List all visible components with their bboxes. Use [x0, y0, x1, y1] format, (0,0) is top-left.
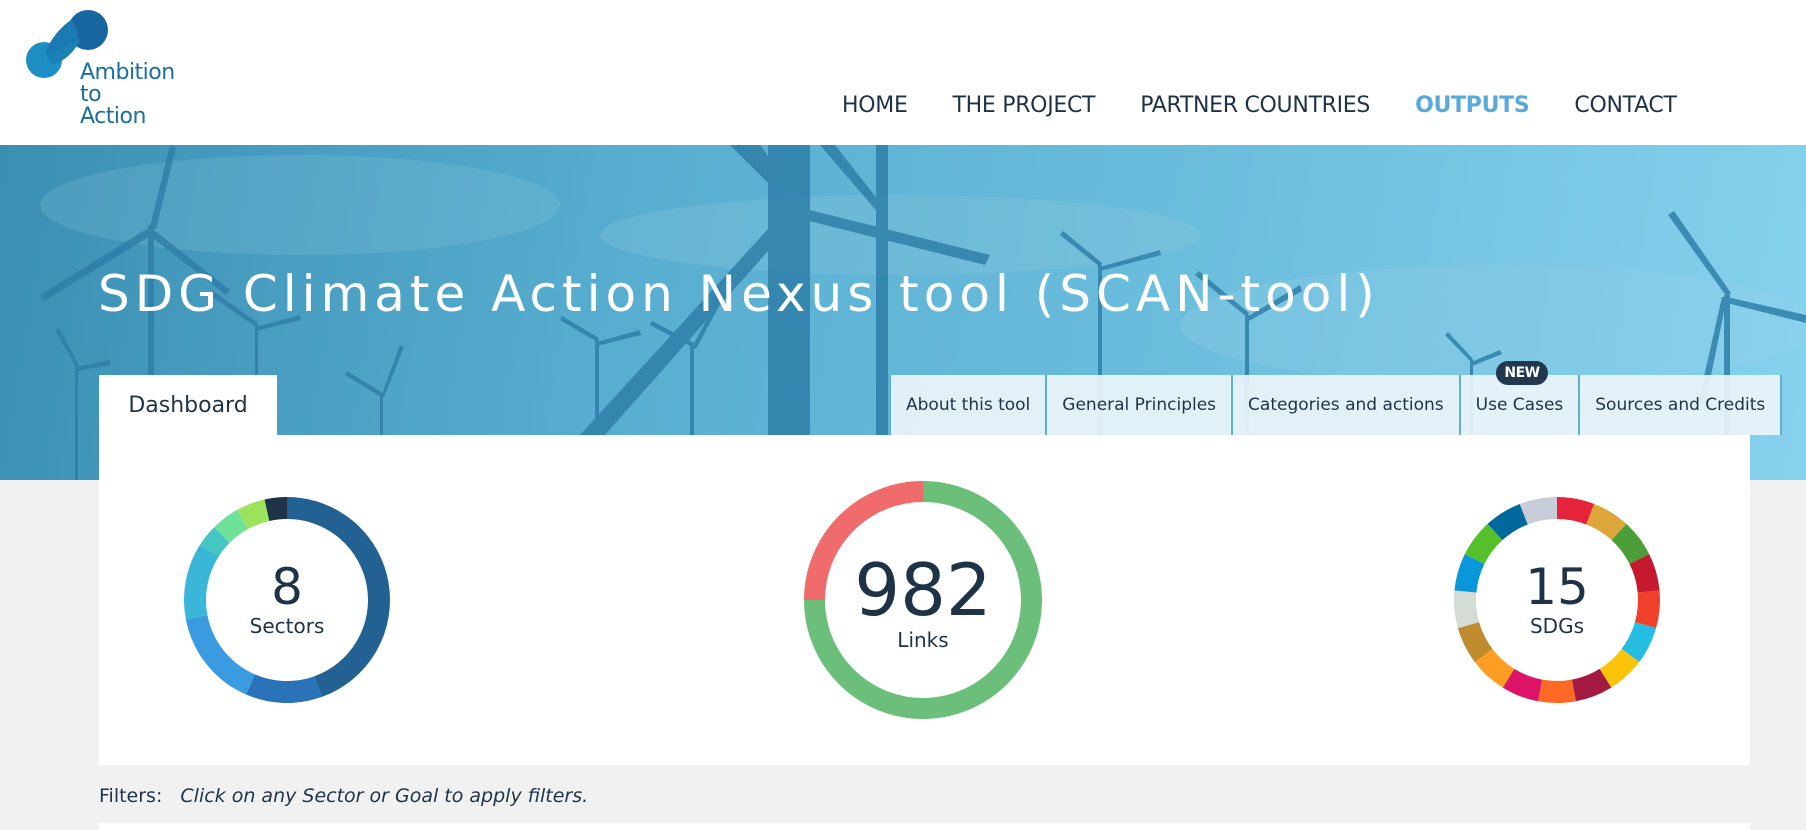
sector-segment[interactable]: [246, 674, 322, 703]
filters-bar: Filters: Click on any Sector or Goal to …: [99, 785, 588, 807]
links-summary: 982 Links: [848, 552, 998, 652]
nav-item-the-project[interactable]: THE PROJECT: [953, 93, 1096, 118]
nav-item-home[interactable]: HOME: [842, 93, 908, 118]
sdg-segment[interactable]: [1611, 523, 1650, 565]
logo-line: Ambition: [80, 60, 175, 85]
sdg-segment[interactable]: [1629, 554, 1660, 593]
sdg-segment[interactable]: [1585, 503, 1627, 541]
page-title: SDG Climate Action Nexus tool (SCAN-tool…: [98, 265, 1380, 323]
nav-item-contact[interactable]: CONTACT: [1574, 93, 1677, 118]
main-nav: HOME THE PROJECT PARTNER COUNTRIES OUTPU…: [842, 93, 1722, 118]
sdg-segment[interactable]: [1474, 648, 1515, 688]
sector-segment[interactable]: [264, 497, 288, 522]
sdg-segment[interactable]: [1502, 668, 1543, 702]
sdg-segment[interactable]: [1571, 668, 1612, 702]
tab-sources-and-credits[interactable]: Sources and Credits: [1580, 375, 1783, 435]
sectors-count: 8: [271, 558, 303, 616]
tab-label: General Principles: [1062, 395, 1217, 415]
new-badge: NEW: [1496, 361, 1548, 385]
sector-segment[interactable]: [237, 499, 270, 530]
sdgs-summary: 15 SDGs: [1482, 560, 1632, 638]
sector-segment[interactable]: [214, 509, 249, 543]
sdgs-label: SDGs: [1529, 614, 1584, 638]
tab-label: Sources and Credits: [1595, 395, 1766, 415]
tab-label: Use Cases: [1475, 395, 1564, 415]
nav-item-partner-countries[interactable]: PARTNER COUNTRIES: [1140, 93, 1370, 118]
sdg-segment[interactable]: [1599, 648, 1640, 688]
content-panel-edge: [99, 823, 1750, 830]
sdgs-count: 15: [1525, 558, 1589, 616]
sector-segment[interactable]: [200, 527, 230, 557]
sdg-segment[interactable]: [1454, 554, 1485, 593]
logo-line: Action: [80, 104, 146, 129]
sdg-segment[interactable]: [1556, 497, 1595, 525]
sectors-summary: 8 Sectors: [212, 560, 362, 638]
sdg-segment[interactable]: [1634, 590, 1660, 629]
dashboard-panel: 8 Sectors 982 Links 15 SDGs: [99, 435, 1750, 765]
sdg-segment[interactable]: [1454, 590, 1480, 629]
tab-dashboard[interactable]: Dashboard: [99, 375, 277, 435]
site-header: Ambition to Action HOME THE PROJECT PART…: [0, 0, 1806, 145]
sdg-segment[interactable]: [1487, 503, 1529, 541]
tab-label: Categories and actions: [1248, 395, 1444, 415]
tab-categories-and-actions[interactable]: Categories and actions: [1233, 375, 1461, 435]
tab-label: About this tool: [906, 395, 1031, 415]
sdg-segment[interactable]: [1621, 621, 1657, 663]
nav-item-outputs[interactable]: OUTPUTS: [1415, 93, 1530, 118]
info-tabs: About this tool General Principles Categ…: [889, 361, 1783, 435]
tab-about-this-tool[interactable]: About this tool: [889, 375, 1048, 435]
filters-label: Filters:: [99, 785, 163, 807]
logo-line: to: [80, 82, 102, 107]
tab-use-cases[interactable]: NEW Use Cases: [1460, 361, 1581, 435]
logo-text: Ambition to Action: [80, 62, 175, 128]
sdg-segment[interactable]: [1464, 523, 1503, 565]
logo[interactable]: Ambition to Action: [26, 10, 186, 135]
filters-hint: Click on any Sector or Goal to apply fil…: [180, 785, 589, 807]
sdg-segment[interactable]: [1519, 497, 1558, 525]
sdg-segment[interactable]: [1538, 679, 1576, 703]
sector-segment[interactable]: [184, 544, 219, 620]
tab-general-principles[interactable]: General Principles: [1047, 375, 1234, 435]
sectors-label: Sectors: [249, 614, 325, 638]
links-count: 982: [854, 548, 992, 632]
